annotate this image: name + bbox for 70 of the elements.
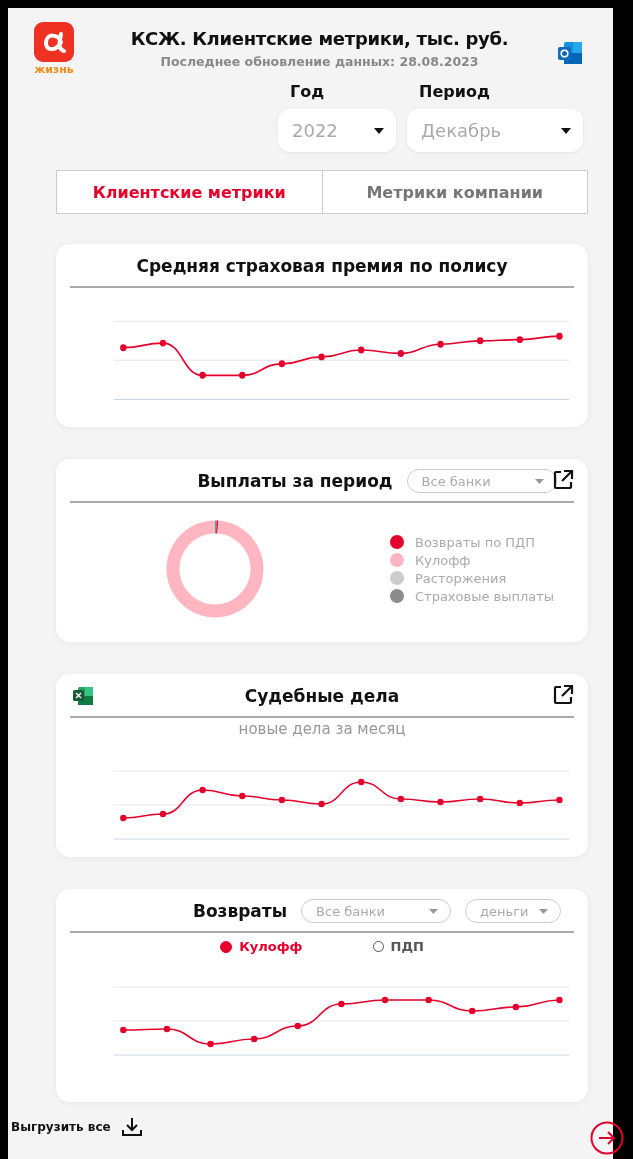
data-point	[556, 332, 563, 340]
data-point	[338, 1000, 345, 1008]
page-title: КСЖ. Клиентские метрики, тыс. руб.	[130, 28, 509, 49]
data-point	[120, 814, 127, 822]
caret-icon	[374, 127, 384, 134]
update-date: Последнее обновление данных: 28.08.2023	[160, 54, 479, 69]
filter-dropdown[interactable]: 2022	[278, 109, 396, 152]
card-title: Выплаты за период	[197, 471, 393, 491]
legend-label: Расторжения	[415, 570, 507, 586]
data-point	[318, 353, 325, 361]
legend-label: Страховые выплаты	[415, 588, 555, 604]
alpha-logo-icon	[34, 22, 74, 62]
legend-label: Возвраты по ПДП	[415, 534, 535, 550]
download-icon[interactable]	[120, 1116, 143, 1138]
data-point	[278, 360, 286, 368]
data-point	[397, 795, 405, 803]
caret-icon	[429, 908, 439, 914]
data-point	[159, 339, 167, 347]
data-point	[250, 1035, 258, 1043]
data-point	[199, 371, 206, 379]
series-toggle[interactable]: ПДП	[372, 939, 424, 954]
data-point	[397, 350, 405, 357]
chart-subtitle: новые дела за месяц	[237, 720, 407, 738]
data-point	[556, 796, 563, 804]
export-all-button[interactable]: Выгрузить все	[11, 1120, 111, 1134]
data-point	[512, 1003, 520, 1011]
data-point	[469, 1007, 476, 1015]
bank-dropdown[interactable]: Все банки	[406, 469, 557, 493]
bank-dropdown[interactable]: Все банки	[301, 899, 452, 923]
outlook-icon[interactable]	[557, 40, 583, 66]
series-toggle[interactable]: Кулофф	[220, 939, 303, 954]
data-point	[207, 1040, 214, 1048]
data-point	[476, 795, 484, 803]
legend-label: Кулофф	[415, 552, 471, 568]
data-point	[516, 336, 523, 344]
data-point	[120, 344, 127, 352]
bank-dropdown[interactable]: деньги	[465, 899, 562, 923]
data-point	[425, 996, 432, 1004]
caret-icon	[561, 127, 571, 134]
data-point	[239, 792, 246, 800]
filter-label: Период	[419, 82, 491, 101]
data-point	[278, 796, 286, 804]
data-point	[163, 1025, 171, 1033]
data-point	[239, 371, 246, 379]
card-title: Возвраты	[192, 901, 288, 921]
data-point	[476, 337, 484, 345]
data-point	[381, 996, 389, 1004]
caret-icon	[534, 478, 544, 484]
external-link-icon[interactable]	[552, 684, 574, 706]
data-point	[358, 346, 365, 354]
data-point	[437, 798, 444, 806]
data-point	[318, 800, 325, 808]
data-point	[294, 1022, 301, 1030]
card-title: Средняя страховая премия по полису	[136, 256, 508, 276]
data-point	[199, 786, 206, 794]
logo-caption: жизнь	[34, 63, 74, 76]
tab[interactable]: Метрики компании	[322, 170, 588, 214]
filter-dropdown[interactable]: Декабрь	[407, 109, 583, 152]
data-point	[358, 778, 365, 786]
excel-icon[interactable]	[72, 686, 94, 706]
card-title: Судебные дела	[244, 686, 400, 706]
caret-icon	[539, 908, 549, 914]
filter-label: Год	[290, 82, 326, 101]
data-point	[159, 810, 167, 818]
data-point	[516, 799, 523, 807]
data-point	[556, 996, 563, 1004]
data-point	[120, 1026, 127, 1034]
data-point	[437, 340, 444, 348]
external-link-icon[interactable]	[552, 469, 574, 491]
tab[interactable]: Клиентские метрики	[56, 170, 323, 214]
